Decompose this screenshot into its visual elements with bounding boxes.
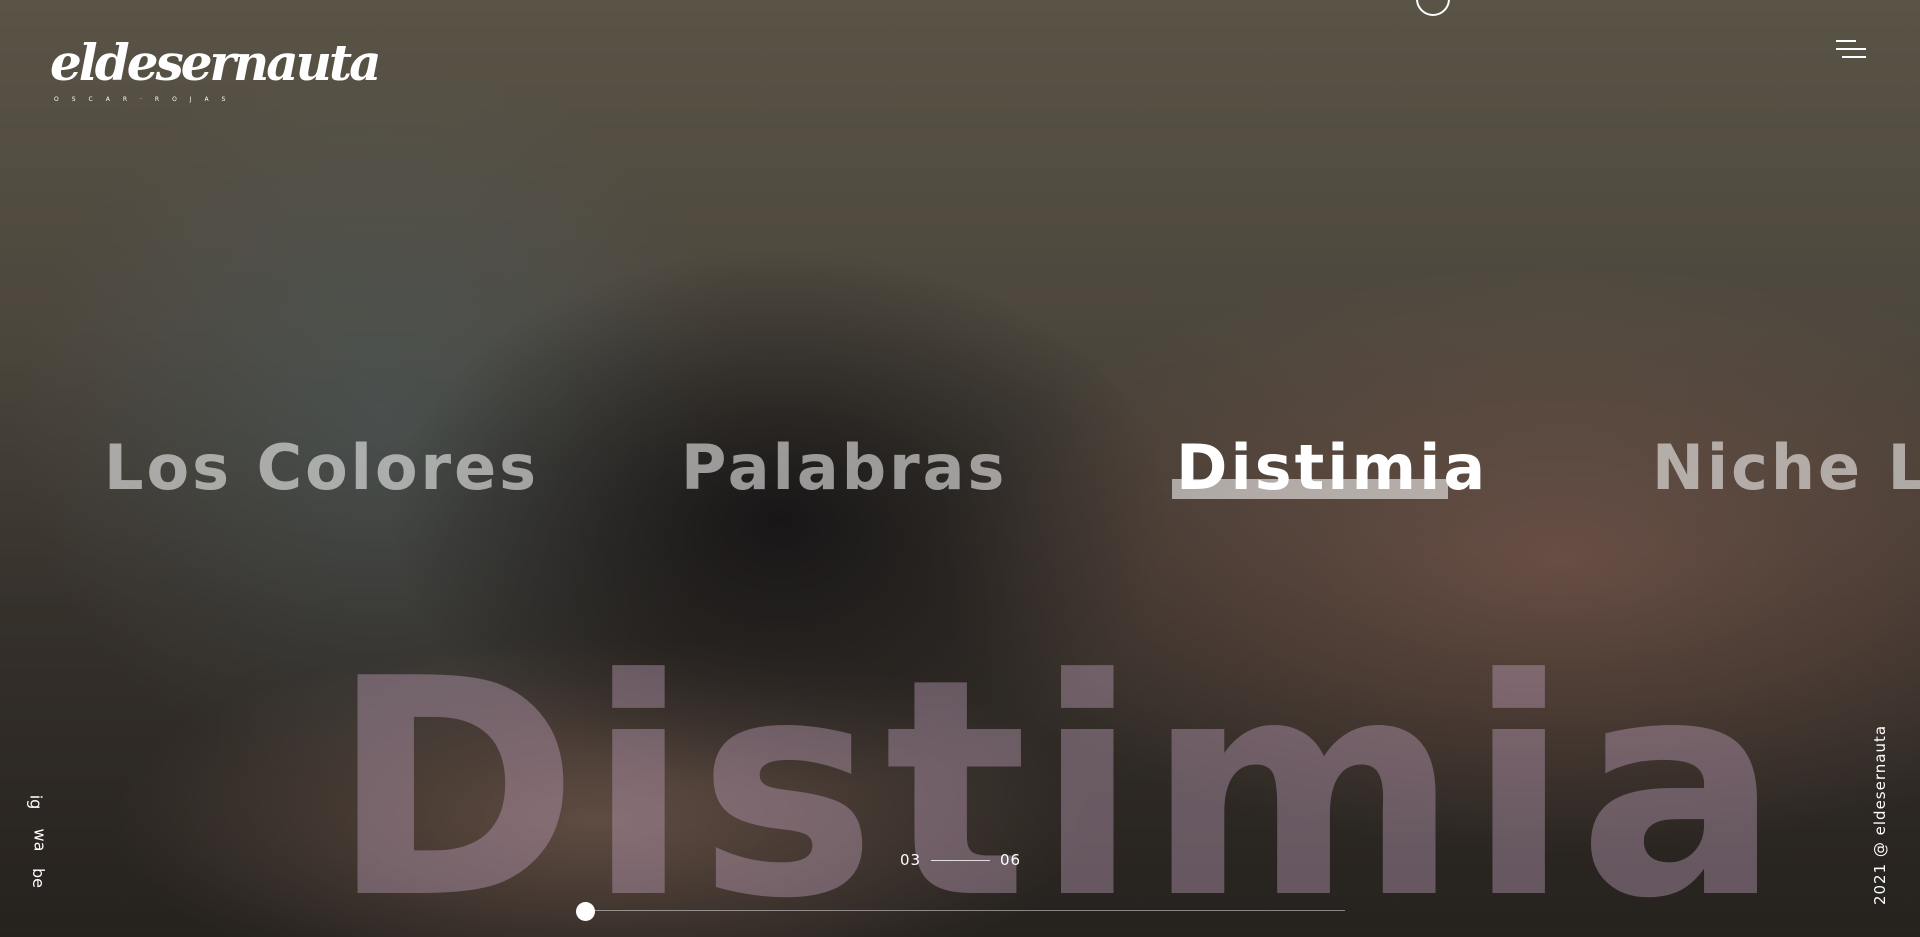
slide-title-los-colores[interactable]: Los Colores [104, 428, 539, 508]
counter-total: 06 [1000, 851, 1022, 869]
page: eldesernauta OSCAR·ROJAS Distimia Los Co… [0, 0, 1920, 937]
social-links: ig wa be [26, 790, 58, 900]
whatsapp-link[interactable]: wa [28, 828, 58, 852]
progress-slider[interactable] [576, 899, 1345, 923]
instagram-link[interactable]: ig [26, 790, 58, 814]
watermark-title: Distimia [330, 615, 1789, 937]
counter-current: 03 [900, 851, 922, 869]
logo-subtitle: OSCAR·ROJAS [54, 96, 239, 103]
progress-track [585, 910, 1345, 911]
copyright: 2021 @ eldesernauta [1868, 725, 1892, 905]
menu-line [1836, 40, 1856, 42]
slide-title-distimia[interactable]: Distimia [1176, 428, 1488, 508]
slide-counter: 03 06 [900, 850, 1020, 870]
slide-title-palabras[interactable]: Palabras [681, 428, 1007, 508]
menu-line [1842, 56, 1866, 58]
logo-wordmark: eldesernauta [50, 33, 381, 92]
copyright-text: 2021 @ eldesernauta [1871, 724, 1889, 906]
whatsapp-label: wa [30, 828, 50, 852]
hamburger-menu-icon[interactable] [1836, 38, 1872, 64]
counter-divider [931, 860, 990, 861]
project-carousel[interactable]: Los Colores Palabras Distimia Niche LS [0, 428, 1920, 508]
behance-link[interactable]: be [28, 866, 58, 890]
behance-label: be [29, 868, 48, 888]
instagram-label: ig [26, 794, 46, 810]
menu-line [1836, 48, 1866, 50]
slide-title-niche-ls[interactable]: Niche LS [1652, 428, 1920, 508]
logo[interactable]: eldesernauta OSCAR·ROJAS [50, 32, 381, 106]
progress-handle[interactable] [576, 902, 595, 921]
